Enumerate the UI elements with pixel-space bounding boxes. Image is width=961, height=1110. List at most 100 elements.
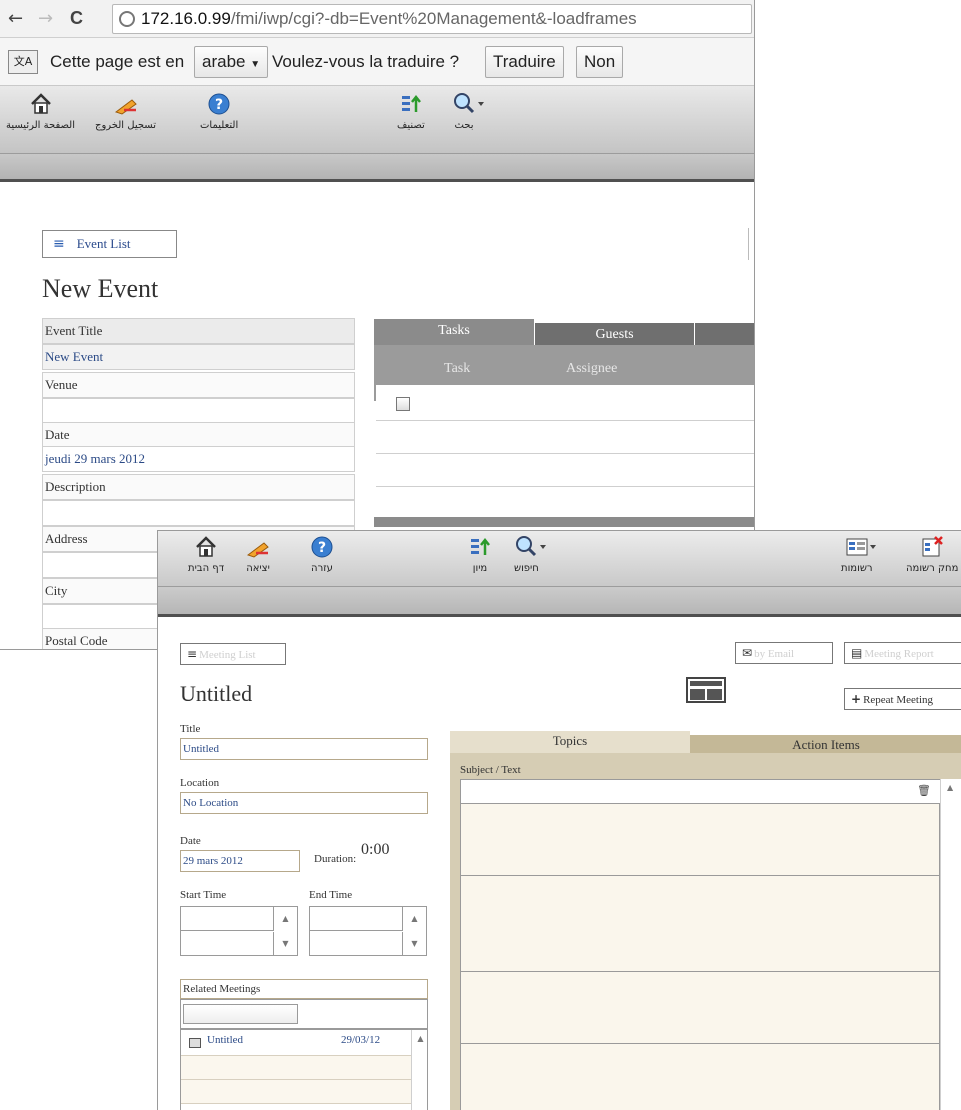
tab-topics[interactable]: Topics (450, 731, 690, 753)
tab-action-items[interactable]: Action Items (690, 731, 961, 753)
toolbar-help[interactable]: ? التعليمات (200, 92, 238, 131)
toolbar-logout[interactable]: تسجيل الخروج (95, 92, 156, 131)
svg-text:?: ? (318, 540, 326, 556)
toolbar-search[interactable]: חיפוש (514, 535, 547, 574)
meeting-list-label: Meeting List (199, 649, 256, 661)
date-field[interactable]: jeudi 29 mars 2012 (42, 446, 355, 472)
logout-pen-icon (114, 92, 138, 116)
scroll-up-icon[interactable]: ▲ (947, 783, 953, 792)
task-checkbox[interactable] (396, 397, 410, 411)
home-icon (194, 535, 218, 559)
search-icon (452, 92, 484, 116)
spin-down-icon[interactable]: ▼ (273, 932, 297, 956)
url-path: /fmi/iwp/cgi?-db=Event%20Management&-loa… (230, 9, 637, 28)
toolbar-home[interactable]: الصفحة الرئيسية (6, 92, 75, 131)
toolbar-sort[interactable]: מיון (468, 535, 492, 574)
spin-up-icon[interactable]: ▲ (402, 907, 426, 931)
no-translate-button[interactable]: Non (576, 46, 624, 78)
subject-text-label: Subject / Text (460, 764, 521, 776)
date-label: Date (42, 422, 355, 448)
column-task: Task (444, 361, 471, 376)
description-field[interactable] (42, 500, 355, 526)
topic-row[interactable] (461, 804, 941, 876)
topic-row[interactable]: 🗑 (461, 780, 941, 804)
toolbar-delete-record[interactable]: מחק רשומה (906, 535, 958, 574)
scrollbar[interactable]: ▲ (411, 1030, 429, 1110)
toolbar-records[interactable]: רשומות (841, 535, 876, 574)
tab-guests[interactable]: Guests (534, 319, 694, 345)
date-field[interactable]: 29 mars 2012 (180, 850, 300, 872)
toolbar-search-label: بحث (454, 120, 474, 131)
venue-label: Venue (42, 372, 355, 398)
translate-prefix: Cette page est en (50, 52, 185, 71)
list-item[interactable]: Untitled 29/03/12 (181, 1030, 411, 1056)
home-icon (29, 92, 53, 116)
layout-icon[interactable] (686, 677, 726, 703)
topics-action-tabs: Topics Action Items Subject / Text 🗑 ▲ (450, 731, 961, 1110)
event-list-label: Event List (76, 236, 131, 251)
translate-question: Voulez-vous la traduire ? (272, 52, 460, 71)
end-time-field[interactable]: ▲ ▼ (309, 906, 427, 956)
divider (748, 228, 749, 260)
related-meeting-date: 29/03/12 (341, 1034, 381, 1046)
report-icon: ▤ (851, 646, 863, 660)
meeting-icon (189, 1038, 201, 1048)
email-icon: ✉ (742, 646, 753, 660)
chevron-down-icon: ▼ (250, 59, 261, 70)
related-meeting-name: Untitled (207, 1034, 244, 1046)
event-list-button[interactable]: ≡ Event List (42, 230, 177, 258)
fm-toolbar: דף הבית יציאה ? עזרה מיון חיפוש רשומות מ… (158, 531, 961, 587)
help-icon: ? (207, 92, 231, 116)
search-icon (514, 535, 547, 559)
tasks-guests-tabs: Tasks Guests Task Assignee (374, 319, 754, 527)
language-select[interactable]: arabe ▼ (194, 46, 269, 78)
topic-row[interactable] (461, 876, 941, 972)
duration-label: Duration: (314, 853, 357, 865)
spin-up-icon[interactable]: ▲ (273, 907, 297, 931)
tab-more[interactable] (694, 319, 754, 345)
translate-button[interactable]: Traduire (485, 46, 564, 78)
toolbar-search[interactable]: بحث (452, 92, 484, 131)
delete-record-icon (920, 535, 944, 559)
toolbar-delete-record-label: מחק רשומה (906, 563, 959, 574)
list-icon: ≡ (187, 647, 198, 661)
toolbar-home-label: דף הבית (188, 563, 225, 574)
event-title-field[interactable]: New Event (42, 344, 355, 370)
trash-icon[interactable]: 🗑 (917, 784, 931, 797)
task-row (376, 385, 754, 421)
forward-icon[interactable]: → (38, 8, 53, 29)
scrollbar[interactable]: ▲ (940, 779, 961, 1110)
toolbar-home[interactable]: דף הבית (188, 535, 224, 574)
venue-field[interactable] (42, 398, 355, 424)
description-label: Description (42, 474, 355, 500)
toolbar-help[interactable]: ? עזרה (310, 535, 334, 574)
related-meetings-label: Related Meetings (183, 983, 261, 995)
event-title-label: Event Title (42, 318, 355, 344)
browser-toolbar: ← → C 172.16.0.99/fmi/iwp/cgi?-db=Event%… (0, 0, 754, 38)
start-time-field[interactable]: ▲ ▼ (180, 906, 298, 956)
toolbar-sort[interactable]: تصنيف (397, 92, 425, 131)
toolbar-help-label: التعليمات (200, 120, 239, 131)
tab-tasks[interactable]: Tasks (374, 319, 534, 345)
related-meetings-header: Related Meetings (180, 979, 428, 999)
page-info-icon[interactable] (119, 11, 135, 27)
back-icon[interactable]: ← (8, 8, 23, 29)
spin-down-icon[interactable]: ▼ (402, 932, 426, 956)
location-field[interactable]: No Location (180, 792, 428, 814)
meeting-report-button[interactable]: ▤ Meeting Report (844, 642, 961, 664)
related-meetings-add-button[interactable] (183, 1004, 298, 1024)
duration-value: 0:00 (361, 841, 390, 858)
url-host: 172.16.0.99 (141, 9, 231, 28)
related-meetings-toolbar (180, 999, 428, 1029)
topic-row[interactable] (461, 972, 941, 1044)
page-title: Untitled (180, 681, 253, 706)
email-button[interactable]: ✉ by Email (735, 642, 833, 664)
address-bar[interactable]: 172.16.0.99/fmi/iwp/cgi?-db=Event%20Mana… (112, 4, 752, 34)
repeat-meeting-button[interactable]: + Repeat Meeting (844, 688, 961, 710)
title-field[interactable]: Untitled (180, 738, 428, 760)
toolbar-logout[interactable]: יציאה (246, 535, 270, 574)
list-icon: ≡ (53, 236, 65, 252)
meeting-list-button[interactable]: ≡ Meeting List (180, 643, 286, 665)
reload-icon[interactable]: C (70, 8, 83, 29)
date-label: Date (180, 835, 201, 847)
